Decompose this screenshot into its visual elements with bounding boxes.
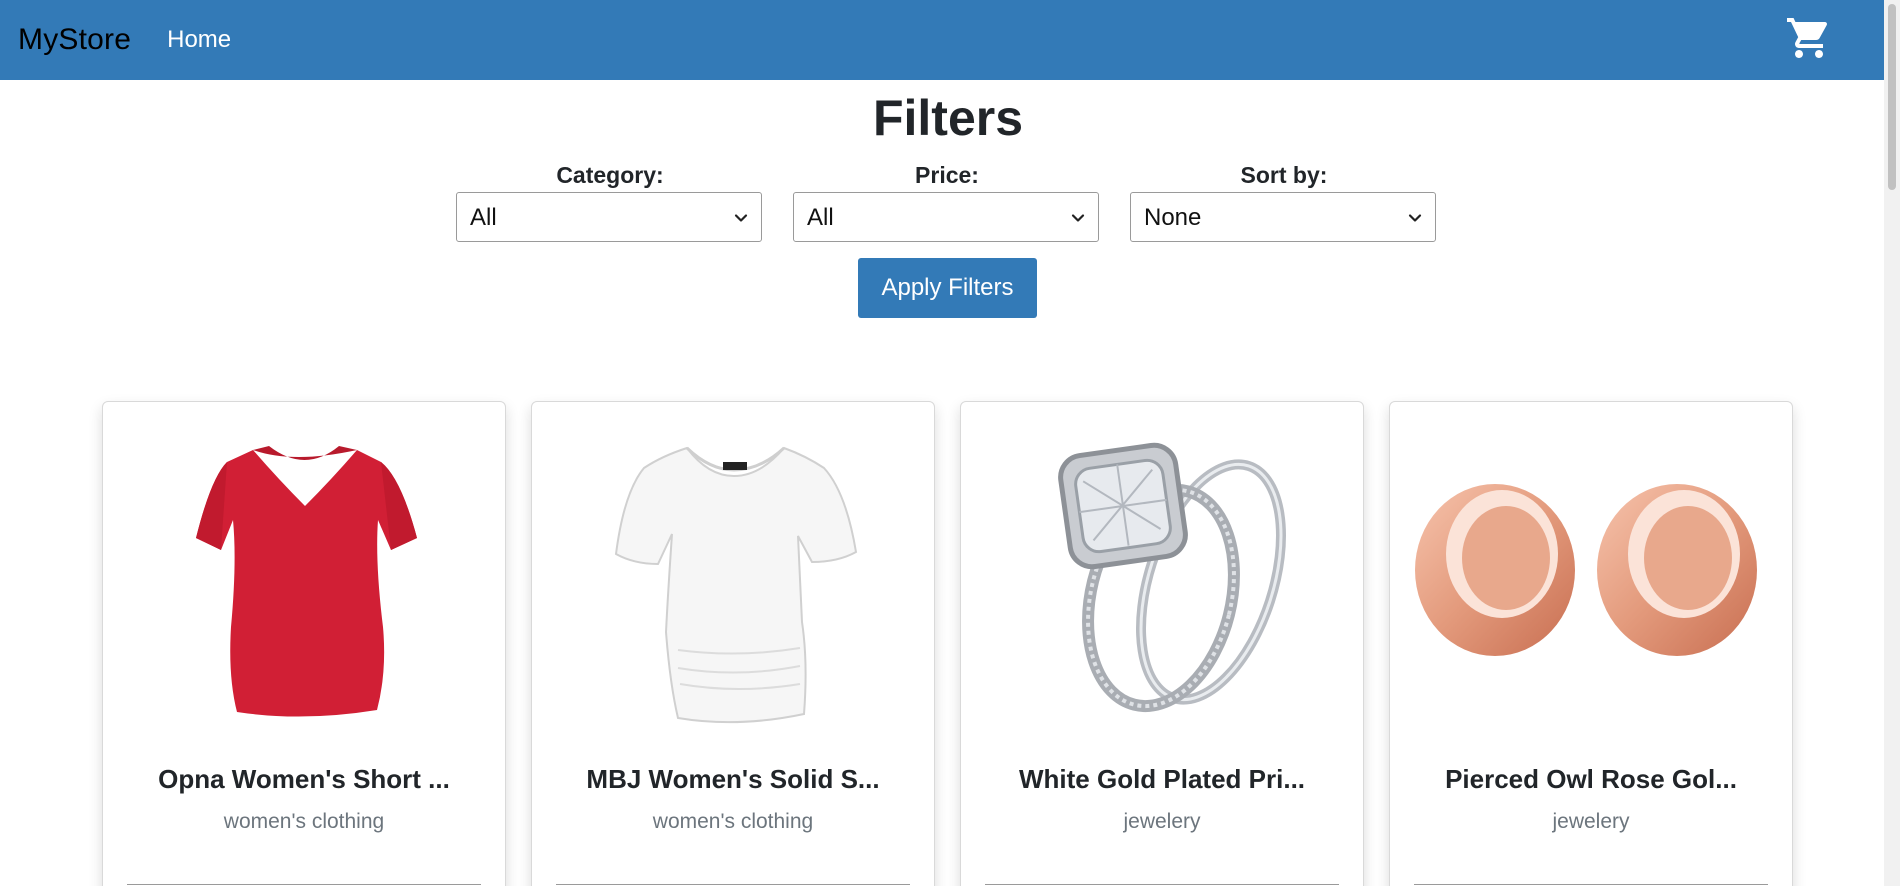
product-title[interactable]: Opna Women's Short ... bbox=[103, 764, 505, 795]
chevron-down-icon bbox=[734, 214, 748, 222]
sort-select-value: None bbox=[1144, 204, 1202, 231]
product-card[interactable]: White Gold Plated Pri... jewelery bbox=[960, 401, 1364, 886]
card-divider bbox=[985, 884, 1339, 885]
card-divider bbox=[556, 884, 910, 885]
card-divider bbox=[1414, 884, 1768, 885]
chevron-down-icon bbox=[1408, 214, 1422, 222]
rose-gold-tunnels-image[interactable] bbox=[1390, 422, 1792, 728]
page: MyStore Home Filters Category: All Price… bbox=[0, 0, 1900, 886]
product-title[interactable]: White Gold Plated Pri... bbox=[961, 764, 1363, 795]
white-tshirt-image[interactable] bbox=[532, 422, 934, 728]
sort-filter: Sort by: None bbox=[1130, 160, 1438, 242]
cart-icon[interactable] bbox=[1785, 14, 1833, 62]
category-filter: Category: All bbox=[456, 160, 764, 242]
card-divider bbox=[127, 884, 481, 885]
apply-filters-button[interactable]: Apply Filters bbox=[858, 258, 1037, 318]
filters-title: Filters bbox=[872, 90, 1024, 146]
red-vneck-tshirt-image[interactable] bbox=[103, 422, 505, 728]
chevron-down-icon bbox=[1071, 214, 1085, 222]
product-card[interactable]: Opna Women's Short ... women's clothing bbox=[102, 401, 506, 886]
diamond-ring-image[interactable] bbox=[961, 422, 1363, 728]
price-label: Price: bbox=[915, 162, 979, 188]
product-card[interactable]: MBJ Women's Solid S... women's clothing bbox=[531, 401, 935, 886]
product-title[interactable]: MBJ Women's Solid S... bbox=[532, 764, 934, 795]
category-select-value: All bbox=[470, 204, 497, 231]
category-select[interactable]: All bbox=[456, 192, 762, 242]
product-category: jewelery bbox=[1552, 810, 1630, 833]
product-title[interactable]: Pierced Owl Rose Gol... bbox=[1390, 764, 1792, 795]
sort-label: Sort by: bbox=[1240, 162, 1328, 188]
product-card[interactable]: Pierced Owl Rose Gol... jewelery bbox=[1389, 401, 1793, 886]
brand-logo[interactable]: MyStore bbox=[18, 23, 131, 57]
product-category: jewelery bbox=[1123, 810, 1201, 833]
price-filter: Price: All bbox=[793, 160, 1101, 242]
product-category: women's clothing bbox=[223, 810, 385, 833]
nav-home-link[interactable]: Home bbox=[167, 26, 231, 54]
product-category: women's clothing bbox=[652, 810, 814, 833]
category-label: Category: bbox=[556, 162, 664, 188]
navbar: MyStore Home bbox=[0, 0, 1900, 80]
price-select-value: All bbox=[807, 204, 834, 231]
sort-select[interactable]: None bbox=[1130, 192, 1436, 242]
price-select[interactable]: All bbox=[793, 192, 1099, 242]
